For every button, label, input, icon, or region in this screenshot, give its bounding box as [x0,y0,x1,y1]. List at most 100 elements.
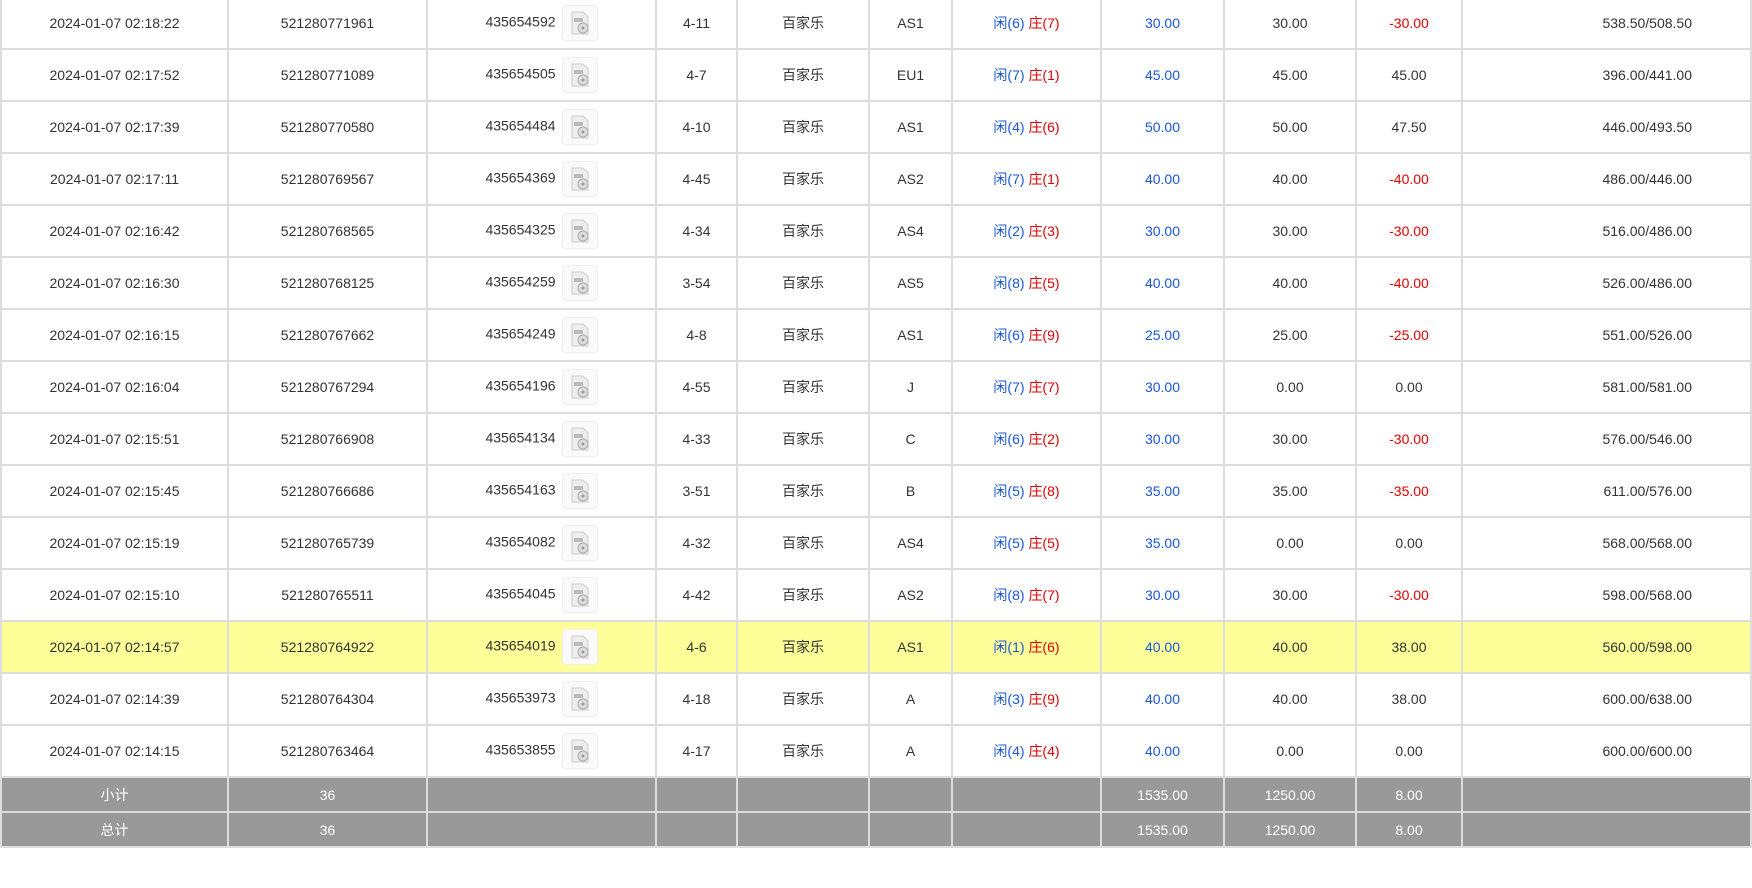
summary-bet: 1535.00 [1100,811,1225,848]
video-replay-icon[interactable] [561,681,598,717]
table-body: 2024-01-07 02:18:22 521280771961 435654592… [0,0,1752,848]
game-type: 百家乐 [736,308,870,362]
result-cell: 闲(3) 庄(9) [951,672,1102,726]
player-result: 闲(8) [993,587,1025,603]
video-replay-icon[interactable] [561,317,598,353]
empty-cell [736,776,870,813]
bet-amount: 30.00 [1100,360,1225,414]
video-replay-icon[interactable] [561,161,598,197]
room-code: AS2 [868,152,953,206]
room-code: A [868,724,953,778]
empty-cell [426,811,657,848]
win-loss: -30.00 [1355,412,1463,466]
bet-amount: 45.00 [1100,48,1225,102]
video-replay-icon[interactable] [561,473,598,509]
valid-bet: 0.00 [1223,360,1357,414]
table-row: 2024-01-07 02:17:52 521280771089 435654505… [0,48,1752,102]
player-result: 闲(3) [993,691,1025,707]
game-type: 百家乐 [736,724,870,778]
result-cell: 闲(8) 庄(7) [951,568,1102,622]
valid-bet: 40.00 [1223,620,1357,674]
table-number: 4-6 [655,620,738,674]
balance-before-after: 600.00/638.00 [1461,672,1752,726]
result-cell: 闲(6) 庄(9) [951,308,1102,362]
round-number: 435654592 [485,13,556,30]
video-replay-icon[interactable] [561,57,598,93]
game-type: 百家乐 [736,568,870,622]
table-row: 2024-01-07 02:15:19 521280765739 435654082… [0,516,1752,570]
bet-time: 2024-01-07 02:16:15 [0,308,229,362]
player-result: 闲(5) [993,483,1025,499]
valid-bet: 25.00 [1223,308,1357,362]
balance-before-after: 598.00/568.00 [1461,568,1752,622]
valid-bet: 0.00 [1223,516,1357,570]
order-number: 521280771961 [227,0,428,50]
table-number: 4-10 [655,100,738,154]
valid-bet: 40.00 [1223,152,1357,206]
banker-result: 庄(9) [1028,327,1060,343]
balance-before-after: 611.00/576.00 [1461,464,1752,518]
summary-label: 小计 [0,776,229,813]
order-number: 521280771089 [227,48,428,102]
game-type: 百家乐 [736,100,870,154]
bet-time: 2024-01-07 02:17:39 [0,100,229,154]
table-row: 2024-01-07 02:16:15 521280767662 435654249… [0,308,1752,362]
result-cell: 闲(7) 庄(1) [951,152,1102,206]
balance-before-after: 560.00/598.00 [1461,620,1752,674]
round-number: 435653973 [485,689,556,706]
video-replay-icon[interactable] [561,629,598,665]
player-result: 闲(6) [993,15,1025,31]
video-replay-icon[interactable] [561,213,598,249]
round-cell: 435654592 [426,0,657,50]
video-replay-icon[interactable] [561,577,598,613]
video-replay-icon[interactable] [561,733,598,769]
summary-count: 36 [227,811,428,848]
banker-result: 庄(6) [1028,119,1060,135]
table-number: 3-54 [655,256,738,310]
result-cell: 闲(2) 庄(3) [951,204,1102,258]
bet-records-table: 2024-01-07 02:18:22 521280771961 435654592… [0,0,1752,848]
banker-result: 庄(7) [1028,587,1060,603]
order-number: 521280770580 [227,100,428,154]
win-loss: -30.00 [1355,568,1463,622]
room-code: AS2 [868,568,953,622]
win-loss: -30.00 [1355,204,1463,258]
order-number: 521280764922 [227,620,428,674]
order-number: 521280769567 [227,152,428,206]
video-replay-icon[interactable] [561,109,598,145]
bet-amount: 50.00 [1100,100,1225,154]
bet-time: 2024-01-07 02:16:42 [0,204,229,258]
empty-cell [868,776,953,813]
video-replay-icon[interactable] [561,421,598,457]
win-loss: 0.00 [1355,360,1463,414]
table-number: 3-51 [655,464,738,518]
bet-amount: 40.00 [1100,256,1225,310]
video-replay-icon[interactable] [561,5,598,41]
valid-bet: 40.00 [1223,672,1357,726]
valid-bet: 30.00 [1223,0,1357,50]
order-number: 521280767662 [227,308,428,362]
empty-cell [951,776,1102,813]
video-replay-icon[interactable] [561,265,598,301]
table-row: 2024-01-07 02:17:11 521280769567 435654369… [0,152,1752,206]
game-type: 百家乐 [736,412,870,466]
summary-bet: 1535.00 [1100,776,1225,813]
video-replay-icon[interactable] [561,369,598,405]
video-replay-icon[interactable] [561,525,598,561]
order-number: 521280766908 [227,412,428,466]
round-cell: 435654325 [426,204,657,258]
balance-before-after: 486.00/446.00 [1461,152,1752,206]
round-cell: 435654019 [426,620,657,674]
room-code: EU1 [868,48,953,102]
bet-amount: 40.00 [1100,724,1225,778]
player-result: 闲(1) [993,639,1025,655]
table-row: 2024-01-07 02:17:39 521280770580 435654484… [0,100,1752,154]
result-cell: 闲(7) 庄(1) [951,48,1102,102]
balance-before-after: 526.00/486.00 [1461,256,1752,310]
table-number: 4-33 [655,412,738,466]
bet-amount: 30.00 [1100,568,1225,622]
table-number: 4-11 [655,0,738,50]
game-type: 百家乐 [736,464,870,518]
round-cell: 435654163 [426,464,657,518]
table-number: 4-18 [655,672,738,726]
